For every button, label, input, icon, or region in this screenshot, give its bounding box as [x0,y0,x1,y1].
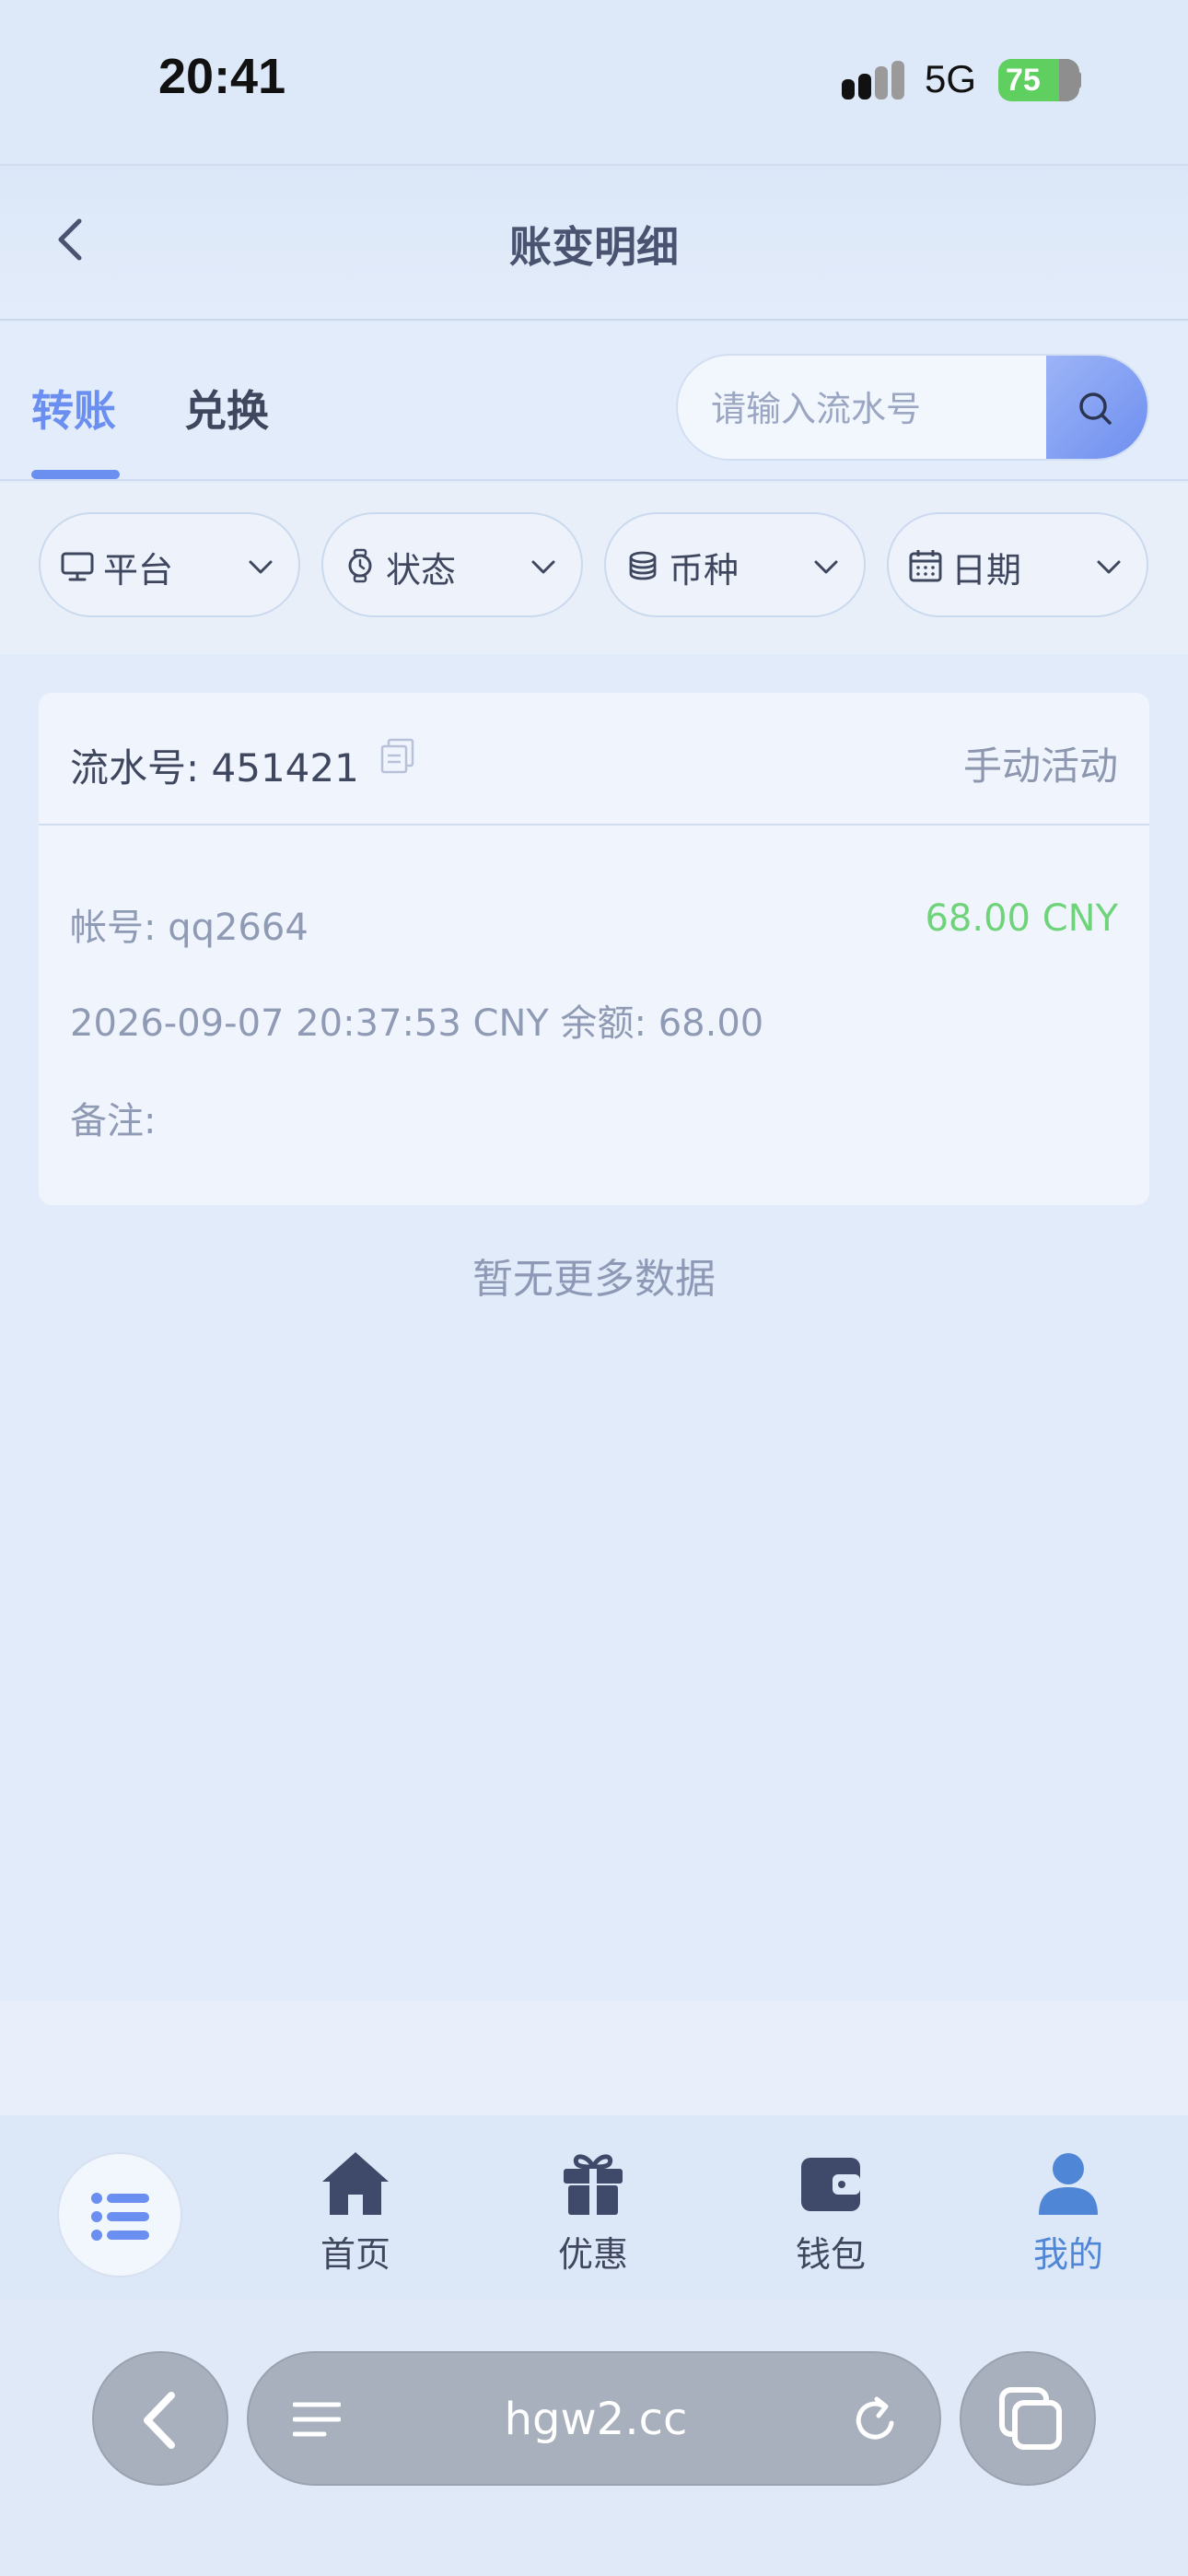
nav-wallet[interactable]: 钱包 [757,2150,904,2277]
filter-status[interactable]: 状态 [321,512,583,617]
transaction-type: 手动活动 [962,744,1118,789]
filter-platform[interactable]: 平台 [39,512,300,617]
card-divider [39,824,1149,825]
tabs-icon [999,2387,1062,2450]
no-more-data: 暂无更多数据 [472,1256,716,1303]
copy-icon[interactable] [378,735,418,776]
tab-transfer[interactable]: 转账 [31,378,116,439]
nav-label: 我的 [1032,2234,1103,2275]
active-tab-indicator [31,470,120,479]
filter-label: 平台 [103,550,174,591]
chevron-down-icon [1097,560,1121,574]
network-label: 5G [925,57,977,100]
address-bar[interactable]: hgw2.cc [247,2351,941,2486]
filter-date[interactable]: 日期 [887,512,1148,617]
filter-label: 币种 [669,550,740,591]
status-time: 20:41 [158,49,286,104]
search-input[interactable] [711,383,1033,435]
nav-label: 优惠 [557,2234,628,2275]
wallet-icon [801,2158,860,2211]
coins-icon [629,551,657,580]
battery-level: 75 [1006,63,1041,98]
watch-icon [348,548,372,583]
reload-icon[interactable] [851,2395,901,2445]
chevron-down-icon [249,560,273,574]
nav-label: 钱包 [795,2234,866,2275]
browser-tabs-button[interactable] [960,2351,1096,2486]
battery-icon: 75 [998,59,1079,101]
chevron-down-icon [814,560,838,574]
monitor-icon [61,552,94,581]
account-label: 帐号: qq2664 [70,907,309,949]
bottom-spacer [0,2001,1188,2115]
tab-exchange[interactable]: 兑换 [184,378,269,439]
chevron-left-icon [144,2392,175,2449]
calendar-icon [909,550,942,582]
serial-number: 流水号: 451421 [70,745,359,790]
url-text: hgw2.cc [504,2394,688,2445]
search-button[interactable] [1046,356,1147,459]
filter-label: 状态 [386,550,457,591]
filter-currency[interactable]: 币种 [604,512,866,617]
nav-label: 首页 [320,2234,390,2275]
menu-button[interactable] [57,2152,182,2277]
nav-profile[interactable]: 我的 [995,2150,1142,2277]
home-icon [322,2152,389,2215]
amount-value: 68.00 CNY [925,897,1118,940]
chevron-down-icon [531,560,555,574]
signal-icon [842,61,906,101]
gift-icon [564,2154,623,2215]
nav-home[interactable]: 首页 [282,2150,429,2277]
search-box [676,354,1149,461]
filter-label: 日期 [951,550,1022,591]
user-icon [1039,2153,1098,2215]
battery-tip [1076,72,1081,88]
remark-label: 备注: [70,1100,157,1142]
search-icon [1079,392,1112,425]
nav-promotions[interactable]: 优惠 [519,2150,667,2277]
page-title: 账变明细 [509,222,679,272]
browser-back-button[interactable] [92,2351,228,2486]
datetime-balance: 2026-09-07 20:37:53 CNY 余额: 68.00 [70,1002,764,1045]
list-icon [91,2193,149,2241]
